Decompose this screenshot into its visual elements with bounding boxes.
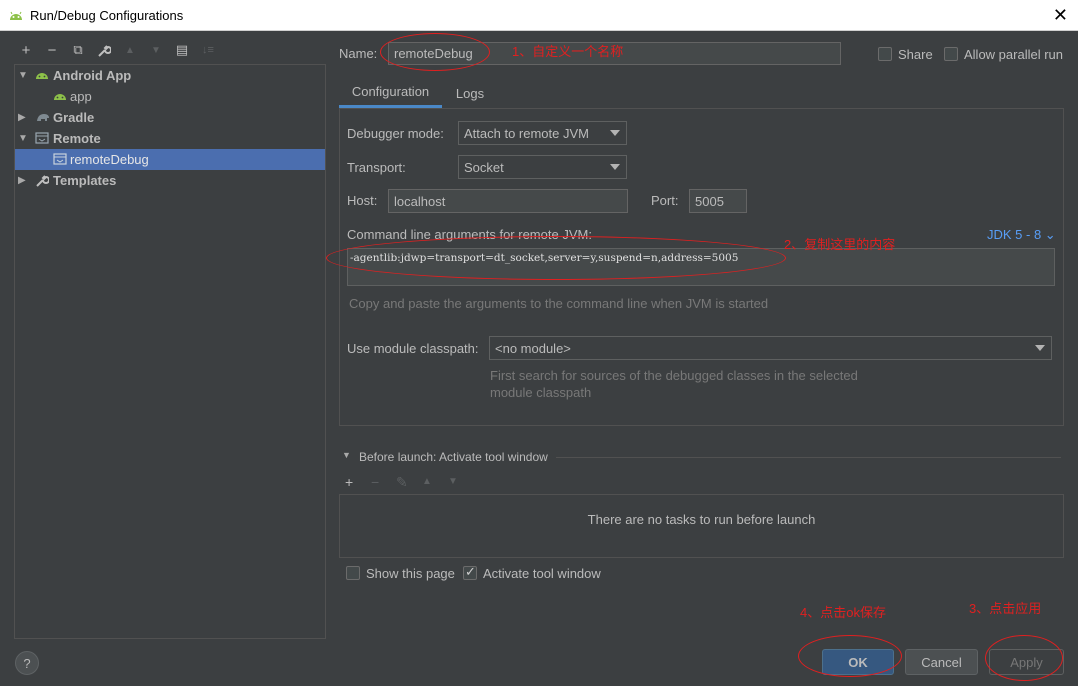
allow-parallel-run-label: Allow parallel run	[964, 47, 1063, 62]
classpath-hint-line1: First search for sources of the debugged…	[490, 368, 858, 383]
transport-select[interactable]: Socket	[458, 155, 627, 179]
before-launch-task-list[interactable]: There are no tasks to run before launch	[339, 494, 1064, 558]
jdk-version-select[interactable]: JDK 5 - 8 ⌄	[987, 227, 1056, 243]
copy-config-icon[interactable]: ⧉	[68, 40, 88, 60]
debugger-mode-select[interactable]: Attach to remote JVM	[458, 121, 627, 145]
window-title: Run/Debug Configurations	[30, 8, 184, 23]
module-classpath-select[interactable]: <no module>	[489, 336, 1052, 360]
tree-item-label: Remote	[53, 131, 101, 146]
apply-button[interactable]: Apply	[989, 649, 1064, 675]
ok-button[interactable]: OK	[822, 649, 894, 675]
command-line-args-field[interactable]: -agentlib:jdwp=transport=dt_socket,serve…	[347, 248, 1055, 286]
chevron-down-icon	[1035, 345, 1045, 351]
wrench-icon	[35, 174, 51, 188]
transport-label: Transport:	[347, 160, 406, 175]
annotation-4: 4、点击ok保存	[800, 605, 886, 620]
expanded-arrow-icon[interactable]: ▼	[18, 70, 28, 81]
collapsed-arrow-icon[interactable]: ▶	[18, 175, 28, 186]
expanded-arrow-icon[interactable]: ▼	[18, 133, 28, 144]
name-value: remoteDebug	[394, 46, 473, 61]
args-value: -agentlib:jdwp=transport=dt_socket,serve…	[350, 252, 739, 264]
sort-icon[interactable]: ↓≡	[198, 40, 218, 60]
allow-parallel-run-checkbox[interactable]	[944, 47, 958, 61]
close-icon[interactable]: ✕	[1053, 5, 1068, 26]
collapsed-arrow-icon[interactable]: ▶	[18, 112, 28, 123]
before-launch-header: Before launch: Activate tool window	[359, 450, 548, 464]
module-classpath-value: <no module>	[495, 340, 571, 356]
share-checkbox[interactable]	[878, 47, 892, 61]
tree-item-gradle[interactable]: ▶ Gradle	[15, 107, 325, 128]
add-task-icon[interactable]: +	[345, 474, 353, 490]
folder-icon[interactable]: ▤	[172, 40, 192, 60]
tree-item-remote[interactable]: ▼ Remote	[15, 128, 325, 149]
port-label: Port:	[651, 193, 679, 208]
cancel-button[interactable]: Cancel	[905, 649, 978, 675]
gradle-icon	[35, 111, 51, 125]
remove-config-icon[interactable]: −	[42, 40, 62, 60]
chevron-down-icon	[610, 130, 620, 136]
tree-item-android-app[interactable]: ▼ Android App	[15, 65, 325, 86]
wrench-icon[interactable]	[94, 40, 114, 60]
debugger-mode-value: Attach to remote JVM	[464, 125, 589, 141]
edit-task-icon[interactable]: ✎	[396, 474, 408, 491]
show-this-page-checkbox[interactable]	[346, 566, 360, 580]
remote-icon	[35, 131, 51, 146]
config-tabs: Configuration Logs	[339, 78, 1064, 108]
annotation-2: 2、复制这里的内容	[784, 237, 896, 252]
move-up-icon[interactable]: ▲	[120, 40, 140, 60]
module-classpath-label: Use module classpath:	[347, 341, 479, 356]
share-label: Share	[898, 47, 933, 62]
android-icon	[35, 69, 51, 83]
tree-item-remotedebug[interactable]: remoteDebug	[15, 149, 325, 170]
tree-item-templates[interactable]: ▶ Templates	[15, 170, 325, 191]
tree-item-label: app	[70, 89, 92, 104]
move-task-up-icon[interactable]: ▲	[422, 476, 432, 487]
title-bar: Run/Debug Configurations ✕	[0, 0, 1078, 31]
before-launch-collapse-icon[interactable]: ▼	[342, 450, 351, 460]
help-button[interactable]: ?	[15, 651, 39, 675]
classpath-hint-line2: module classpath	[490, 385, 592, 400]
add-config-icon[interactable]: +	[16, 40, 36, 60]
host-value: localhost	[394, 193, 446, 209]
remove-task-icon[interactable]: −	[371, 474, 379, 490]
host-field[interactable]: localhost	[388, 189, 628, 213]
tree-item-app[interactable]: app	[15, 86, 325, 107]
tab-configuration[interactable]: Configuration	[339, 78, 442, 108]
move-down-icon[interactable]: ▼	[146, 40, 166, 60]
annotation-1: 1、自定义一个名称	[512, 44, 624, 59]
port-value: 5005	[695, 193, 724, 209]
activate-tool-window-checkbox[interactable]	[463, 564, 477, 580]
android-icon	[53, 90, 69, 104]
chevron-down-icon	[610, 164, 620, 170]
port-field[interactable]: 5005	[689, 189, 747, 213]
android-studio-icon	[8, 8, 24, 25]
activate-tool-window-label: Activate tool window	[483, 566, 601, 581]
host-label: Host:	[347, 193, 378, 208]
tree-item-label: Gradle	[53, 110, 95, 125]
tree-item-label: Templates	[53, 173, 117, 188]
tree-item-label: remoteDebug	[70, 152, 149, 167]
annotation-3: 3、点击应用	[969, 601, 1042, 616]
tab-logs[interactable]: Logs	[445, 78, 495, 108]
args-label: Command line arguments for remote JVM:	[347, 227, 592, 242]
move-task-down-icon[interactable]: ▼	[448, 476, 458, 487]
debugger-mode-label: Debugger mode:	[347, 126, 444, 141]
tree-item-label: Android App	[53, 68, 132, 83]
empty-tasks-message: There are no tasks to run before launch	[587, 512, 816, 527]
transport-value: Socket	[464, 159, 504, 175]
show-this-page-label: Show this page	[366, 566, 455, 581]
args-hint: Copy and paste the arguments to the comm…	[349, 296, 769, 311]
remote-icon	[53, 152, 69, 167]
configuration-tree: ▼ Android App app ▶ Gradle ▼ Remote remo…	[14, 64, 326, 639]
before-launch-divider	[556, 457, 1061, 458]
name-label: Name:	[339, 46, 378, 61]
